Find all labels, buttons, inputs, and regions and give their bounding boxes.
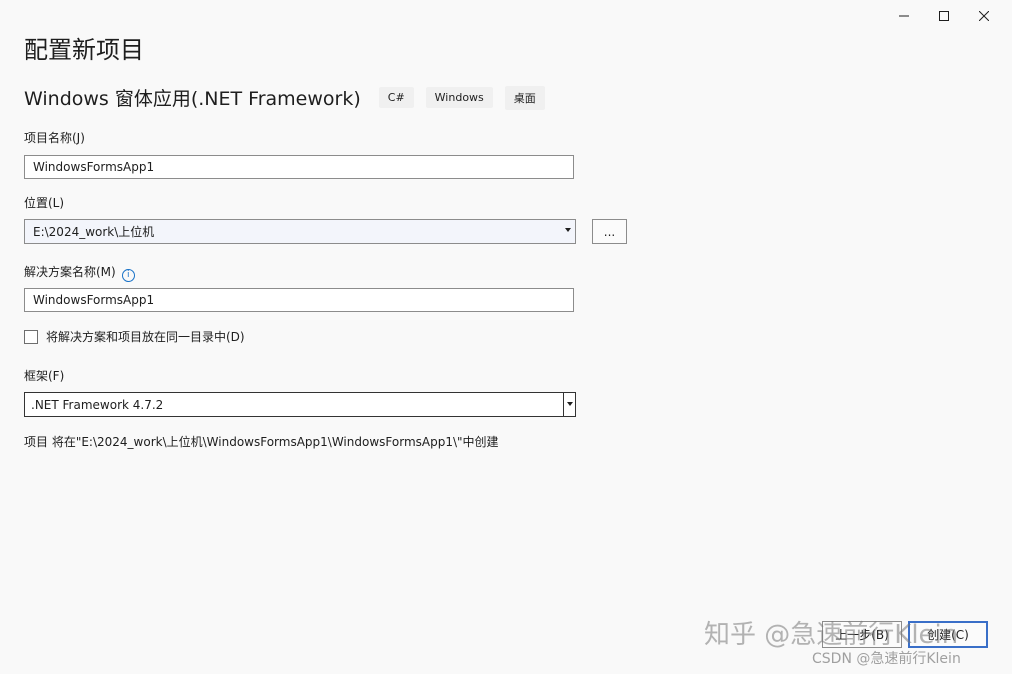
tag-language: C# xyxy=(378,87,414,108)
project-name-label: 项目名称(J) xyxy=(24,131,85,145)
location-label: 位置(L) xyxy=(24,196,65,210)
solution-name-label: 解决方案名称(M) xyxy=(24,265,116,279)
project-type-name: Windows 窗体应用(.NET Framework) xyxy=(24,88,361,110)
minimize-button[interactable] xyxy=(884,6,924,26)
solution-name-input[interactable]: WindowsFormsApp1 xyxy=(24,288,574,312)
create-button[interactable]: 创建(C) xyxy=(908,621,988,648)
framework-value: .NET Framework 4.7.2 xyxy=(31,397,164,412)
close-button[interactable] xyxy=(964,6,1004,26)
same-directory-option[interactable]: 将解决方案和项目放在同一目录中(D) xyxy=(24,328,245,345)
same-directory-label: 将解决方案和项目放在同一目录中(D) xyxy=(46,330,245,344)
framework-combobox[interactable]: .NET Framework 4.7.2 xyxy=(24,392,576,417)
framework-dropdown-button[interactable] xyxy=(563,393,575,416)
tag-platform: Windows xyxy=(425,87,493,108)
footer-buttons: 上一步(B) 创建(C) xyxy=(822,621,988,648)
info-icon[interactable]: i xyxy=(121,269,135,282)
back-button[interactable]: 上一步(B) xyxy=(822,621,902,648)
framework-label: 框架(F) xyxy=(24,369,65,383)
chevron-down-icon xyxy=(567,402,573,406)
solution-name-label-row: 解决方案名称(M) i xyxy=(24,263,135,282)
location-value: E:\2024_work\上位机 xyxy=(33,225,155,239)
chevron-down-icon[interactable] xyxy=(565,228,571,232)
watermark-csdn: CSDN @急速前行Klein xyxy=(812,651,961,667)
project-name-input[interactable]: WindowsFormsApp1 xyxy=(24,155,574,179)
tag-project-type: 桌面 xyxy=(504,85,545,110)
maximize-button[interactable] xyxy=(924,6,964,26)
location-combobox[interactable]: E:\2024_work\上位机 xyxy=(24,219,576,244)
same-directory-checkbox[interactable] xyxy=(24,329,38,344)
project-type-row: Windows 窗体应用(.NET Framework) C# Windows … xyxy=(24,84,557,111)
maximize-icon xyxy=(939,11,949,21)
browse-button[interactable]: ... xyxy=(592,219,627,244)
close-icon xyxy=(979,11,989,21)
page-title: 配置新项目 xyxy=(24,36,144,64)
minimize-icon xyxy=(899,15,909,17)
project-path-note: 项目 将在"E:\2024_work\上位机\WindowsFormsApp1\… xyxy=(24,435,499,449)
window-controls xyxy=(884,6,1004,26)
